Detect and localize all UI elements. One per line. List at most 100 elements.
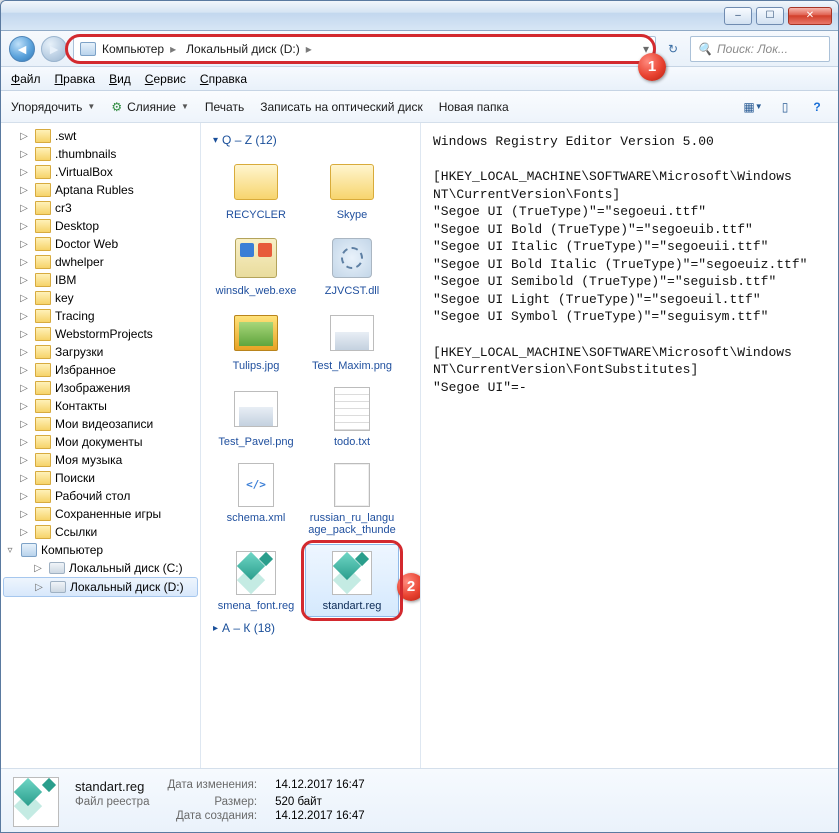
file-tile[interactable]: smena_font.reg <box>209 544 303 618</box>
file-tile[interactable]: todo.txt <box>305 380 399 454</box>
tree-item[interactable]: ▷Поиски <box>1 469 200 487</box>
file-list-pane[interactable]: ▾Q – Z (12) RECYCLERSkypewinsdk_web.exeZ… <box>201 123 421 768</box>
maximize-button[interactable]: ☐ <box>756 7 784 25</box>
close-button[interactable]: ✕ <box>788 7 832 25</box>
expand-icon[interactable]: ▷ <box>19 473 29 484</box>
tree-item[interactable]: ▷Рабочий стол <box>1 487 200 505</box>
expand-icon[interactable]: ▷ <box>19 491 29 502</box>
expand-icon[interactable]: ▷ <box>19 437 29 448</box>
menu-help[interactable]: Справка <box>200 72 247 86</box>
expand-icon[interactable]: ▷ <box>19 311 29 322</box>
drive-icon <box>49 562 65 574</box>
menu-view[interactable]: Вид <box>109 72 131 86</box>
expand-icon[interactable]: ▷ <box>19 131 29 142</box>
menu-file[interactable]: Файл <box>11 72 41 86</box>
tree-item[interactable]: ▷Мои документы <box>1 433 200 451</box>
expand-icon[interactable]: ▷ <box>19 329 29 340</box>
expand-icon[interactable]: ▷ <box>19 455 29 466</box>
group-header-qz[interactable]: ▾Q – Z (12) <box>205 129 416 153</box>
tree-item[interactable]: ▷Ссылки <box>1 523 200 541</box>
expand-icon[interactable]: ▷ <box>19 419 29 430</box>
merge-button[interactable]: ⚙Слияние▼ <box>111 100 189 114</box>
collapse-icon[interactable]: ▿ <box>5 545 15 556</box>
expand-icon[interactable]: ▷ <box>34 582 44 593</box>
expand-icon[interactable]: ▷ <box>19 527 29 538</box>
tree-item[interactable]: ▷.VirtualBox <box>1 163 200 181</box>
back-button[interactable]: ◄ <box>9 36 35 62</box>
expand-icon[interactable]: ▷ <box>19 293 29 304</box>
navigation-tree[interactable]: ▷.swt▷.thumbnails▷.VirtualBox▷Aptana Rub… <box>1 123 201 768</box>
file-tile[interactable]: ZJVCST.dll <box>305 229 399 303</box>
file-tile[interactable]: winsdk_web.exe <box>209 229 303 303</box>
tree-item[interactable]: ▷.thumbnails <box>1 145 200 163</box>
tree-item-drive[interactable]: ▷Локальный диск (D:) <box>3 577 198 597</box>
tree-item[interactable]: ▷dwhelper <box>1 253 200 271</box>
tree-item[interactable]: ▷Изображения <box>1 379 200 397</box>
expand-icon[interactable]: ▷ <box>19 149 29 160</box>
tree-item[interactable]: ▷key <box>1 289 200 307</box>
tree-item[interactable]: ▷Tracing <box>1 307 200 325</box>
expand-icon[interactable]: ▷ <box>19 509 29 520</box>
tree-item[interactable]: ▷Избранное <box>1 361 200 379</box>
breadcrumb-computer[interactable]: Компьютер ▸ <box>80 42 176 56</box>
file-tile[interactable]: Test_Maxim.png <box>305 304 399 378</box>
folder-icon <box>35 147 51 161</box>
tree-item[interactable]: ▷IBM <box>1 271 200 289</box>
expand-icon[interactable]: ▷ <box>19 221 29 232</box>
expand-icon[interactable]: ▷ <box>19 257 29 268</box>
help-button[interactable]: ? <box>806 96 828 118</box>
folder-icon <box>35 489 51 503</box>
expand-icon[interactable]: ▷ <box>19 365 29 376</box>
breadcrumb-drive[interactable]: Локальный диск (D:) ▸ <box>186 42 312 56</box>
folder-icon <box>35 129 51 143</box>
tree-item[interactable]: ▷Контакты <box>1 397 200 415</box>
file-tile[interactable]: RECYCLER <box>209 153 303 227</box>
view-mode-button[interactable]: ▦ ▼ <box>742 96 764 118</box>
print-button[interactable]: Печать <box>205 100 244 114</box>
minimize-button[interactable]: – <box>724 7 752 25</box>
tree-item[interactable]: ▷Doctor Web <box>1 235 200 253</box>
expand-icon[interactable]: ▷ <box>19 401 29 412</box>
expand-icon[interactable]: ▷ <box>33 563 43 574</box>
tree-item[interactable]: ▷Aptana Rubles <box>1 181 200 199</box>
tree-item[interactable]: ▷Desktop <box>1 217 200 235</box>
file-tile[interactable]: Tulips.jpg <box>209 304 303 378</box>
preview-pane-button[interactable]: ▯ <box>774 96 796 118</box>
menu-tools[interactable]: Сервис <box>145 72 186 86</box>
tree-item-drive[interactable]: ▷Локальный диск (C:) <box>1 559 200 577</box>
refresh-button[interactable]: ↻ <box>662 38 684 60</box>
tree-item[interactable]: ▷WebstormProjects <box>1 325 200 343</box>
expand-icon[interactable]: ▷ <box>19 185 29 196</box>
details-filetype: Файл реестра <box>75 796 149 808</box>
file-tile[interactable]: standart.reg <box>305 544 399 618</box>
burn-button[interactable]: Записать на оптический диск <box>260 100 423 114</box>
tree-item-computer[interactable]: ▿Компьютер <box>1 541 200 559</box>
tree-item[interactable]: ▷.swt <box>1 127 200 145</box>
tree-item[interactable]: ▷Мои видеозаписи <box>1 415 200 433</box>
address-bar[interactable]: Компьютер ▸ Локальный диск (D:) ▸ ▾ <box>73 36 656 62</box>
forward-button[interactable]: ► <box>41 36 67 62</box>
file-label: Test_Maxim.png <box>312 360 392 373</box>
search-input[interactable]: 🔍 Поиск: Лок... <box>690 36 830 62</box>
organize-button[interactable]: Упорядочить▼ <box>11 100 95 114</box>
expand-icon[interactable]: ▷ <box>19 347 29 358</box>
file-label: Tulips.jpg <box>233 360 280 373</box>
expand-icon[interactable]: ▷ <box>19 275 29 286</box>
file-tile[interactable]: russian_ru_language_pack_thunde <box>305 456 399 542</box>
file-tile[interactable]: Test_Pavel.png <box>209 380 303 454</box>
file-tile[interactable]: Skype <box>305 153 399 227</box>
chevron-right-icon: ▸ <box>213 623 218 634</box>
file-tile[interactable]: schema.xml <box>209 456 303 542</box>
tree-item[interactable]: ▷Загрузки <box>1 343 200 361</box>
expand-icon[interactable]: ▷ <box>19 239 29 250</box>
new-folder-button[interactable]: Новая папка <box>439 100 509 114</box>
expand-icon[interactable]: ▷ <box>19 383 29 394</box>
menu-edit[interactable]: Правка <box>55 72 96 86</box>
tree-item[interactable]: ▷cr3 <box>1 199 200 217</box>
tree-item[interactable]: ▷Моя музыка <box>1 451 200 469</box>
group-header-ak[interactable]: ▸А – К (18) <box>205 617 416 641</box>
tree-item[interactable]: ▷Сохраненные игры <box>1 505 200 523</box>
folder-icon <box>35 273 51 287</box>
expand-icon[interactable]: ▷ <box>19 203 29 214</box>
expand-icon[interactable]: ▷ <box>19 167 29 178</box>
